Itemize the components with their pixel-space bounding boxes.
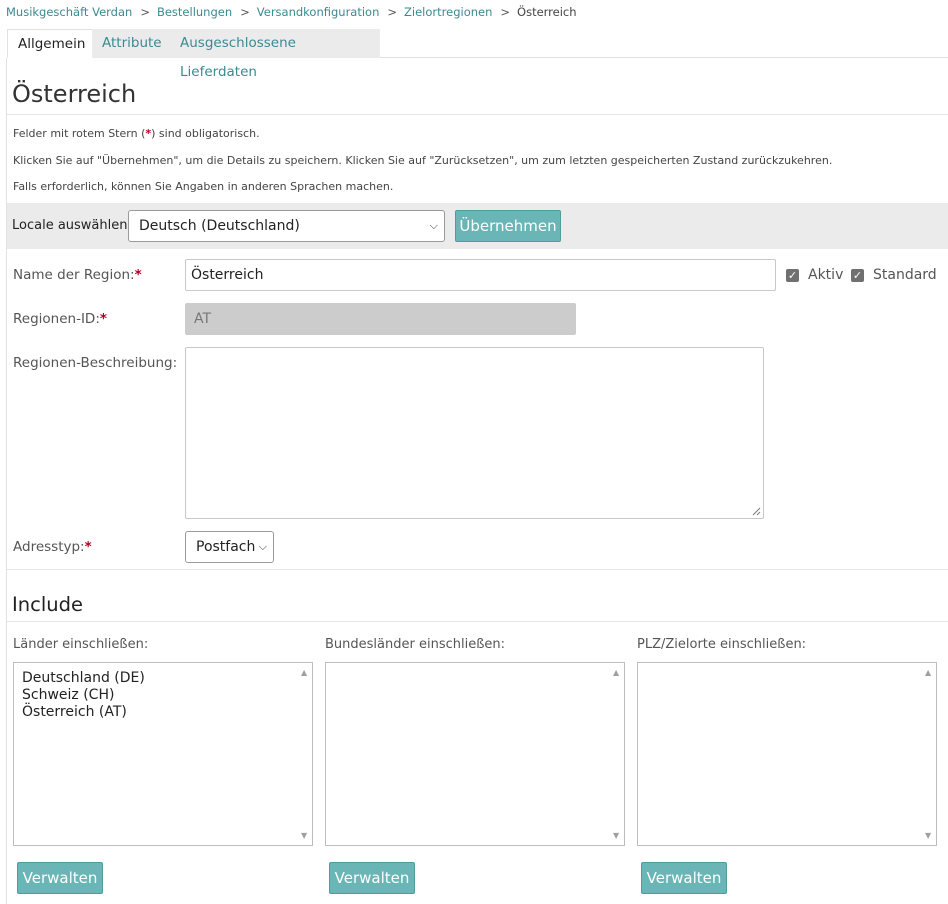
info-languages: Falls erforderlich, können Sie Angaben i… xyxy=(13,180,394,193)
divider xyxy=(7,114,948,115)
scroll-down-arrow-icon[interactable]: ▼ xyxy=(613,831,619,840)
breadcrumb-item-orders[interactable]: Bestellungen xyxy=(157,5,232,19)
include-section-title: Include xyxy=(12,593,83,616)
breadcrumb-separator: > xyxy=(500,5,511,19)
include-zips-label: PLZ/Zielorte einschließen: xyxy=(637,637,807,652)
check-icon: ✓ xyxy=(852,269,863,282)
locale-label: Locale auswählen: xyxy=(12,218,132,233)
include-states-label: Bundesländer einschließen: xyxy=(325,637,506,652)
region-name-input[interactable]: Österreich xyxy=(185,259,776,291)
breadcrumb-separator: > xyxy=(387,5,398,19)
scroll-up-arrow-icon[interactable]: ▲ xyxy=(925,668,931,677)
content-border xyxy=(6,58,7,904)
region-description-textarea[interactable] xyxy=(185,347,764,519)
scroll-up-arrow-icon[interactable]: ▲ xyxy=(301,668,307,677)
resize-grip-icon[interactable] xyxy=(752,507,761,516)
check-icon: ✓ xyxy=(787,269,798,282)
scroll-down-arrow-icon[interactable]: ▼ xyxy=(301,831,307,840)
required-star: * xyxy=(84,539,92,555)
divider xyxy=(7,569,948,570)
standard-checkbox[interactable]: ✓ xyxy=(851,269,864,282)
tab-bar: Allgemein Attribute Ausgeschlossene Lief… xyxy=(7,29,948,80)
list-item[interactable]: Schweiz (CH) xyxy=(14,687,312,704)
breadcrumb-item-shipping-config[interactable]: Versandkonfiguration xyxy=(257,5,380,19)
scroll-up-arrow-icon[interactable]: ▲ xyxy=(613,668,619,677)
region-id-input: AT xyxy=(185,303,576,335)
scroll-down-arrow-icon[interactable]: ▼ xyxy=(925,831,931,840)
breadcrumb-item-shop[interactable]: Musikgeschäft Verdan xyxy=(6,5,132,19)
chevron-down-icon: ⌵ xyxy=(429,219,438,232)
manage-countries-button[interactable]: Verwalten xyxy=(17,862,103,894)
aktiv-label: Aktiv xyxy=(808,267,844,283)
address-type-label: Adresstyp:* xyxy=(13,539,92,555)
required-star: * xyxy=(134,267,142,283)
page-title: Österreich xyxy=(12,80,137,108)
region-description-label: Regionen-Beschreibung: xyxy=(13,355,178,371)
info-apply: Klicken Sie auf "Übernehmen", um die Det… xyxy=(13,154,833,167)
breadcrumb: Musikgeschäft Verdan > Bestellungen > Versan… xyxy=(6,5,577,19)
locale-select[interactable]: Deutsch (Deutschland) ⌵ xyxy=(128,210,445,242)
tab-allgemein[interactable]: Allgemein xyxy=(7,29,97,58)
listbox-scrollbar[interactable]: ▲ ▼ xyxy=(298,663,312,845)
tab-attribute[interactable]: Attribute xyxy=(92,29,180,58)
address-type-select[interactable]: Postfach ⌵ xyxy=(185,531,274,563)
include-countries-label: Länder einschließen: xyxy=(13,637,149,652)
include-zips-listbox[interactable]: ▲ ▼ xyxy=(637,662,937,846)
chevron-down-icon: ⌵ xyxy=(258,540,267,553)
list-item[interactable]: Deutschland (DE) xyxy=(14,670,312,687)
aktiv-checkbox[interactable]: ✓ xyxy=(786,269,799,282)
breadcrumb-separator: > xyxy=(140,5,150,19)
manage-zips-button[interactable]: Verwalten xyxy=(641,862,727,894)
listbox-scrollbar[interactable]: ▲ ▼ xyxy=(610,663,624,845)
info-required: Felder mit rotem Stern (*) sind obligato… xyxy=(13,127,260,140)
region-name-label: Name der Region:* xyxy=(13,267,142,283)
standard-label: Standard xyxy=(873,267,937,283)
breadcrumb-separator: > xyxy=(240,5,250,19)
list-item[interactable]: Österreich (AT) xyxy=(14,704,312,721)
listbox-scrollbar[interactable]: ▲ ▼ xyxy=(922,663,936,845)
apply-locale-button[interactable]: Übernehmen xyxy=(455,210,561,242)
divider xyxy=(7,621,948,622)
manage-states-button[interactable]: Verwalten xyxy=(329,862,415,894)
locale-bar: Locale auswählen: Deutsch (Deutschland) … xyxy=(7,203,948,249)
breadcrumb-item-regions[interactable]: Zielortregionen xyxy=(404,5,492,19)
breadcrumb-current: Österreich xyxy=(517,5,577,19)
region-id-label: Regionen-ID:* xyxy=(13,311,107,327)
tab-excluded-delivery-dates[interactable]: Ausgeschlossene Lieferdaten xyxy=(170,29,380,80)
required-star: * xyxy=(99,311,107,327)
include-states-listbox[interactable]: ▲ ▼ xyxy=(325,662,625,846)
include-countries-listbox[interactable]: Deutschland (DE) Schweiz (CH) Österreich… xyxy=(13,662,313,846)
